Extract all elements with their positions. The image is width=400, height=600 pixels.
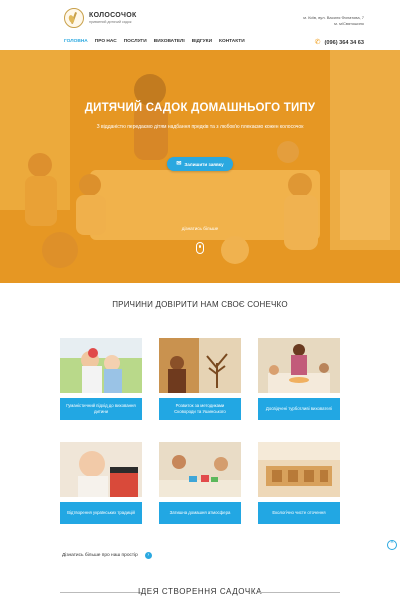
- explore-space-link[interactable]: Дізнатись більше про наш простір ›: [62, 552, 152, 559]
- nav-item-teachers[interactable]: ВИХОВАТЕЛІ: [154, 39, 185, 44]
- logo[interactable]: КОЛОСОЧОК приватний дитячий садок: [64, 8, 137, 28]
- address-line-2: м. м/Святошино: [334, 20, 364, 26]
- phone-link[interactable]: ✆ (096) 364 34 63: [315, 39, 364, 46]
- idea-section-title: ІДЕЯ СТВОРЕННЯ САДОЧКА: [137, 587, 263, 596]
- divider-right: [258, 592, 340, 593]
- reason-card[interactable]: Розвиток за методиками Сковороди та Ушин…: [159, 338, 241, 420]
- learn-more-link[interactable]: дізнатись більше: [0, 226, 400, 231]
- reason-card[interactable]: Гуманістичний підхід до виховання дитини: [60, 338, 142, 420]
- reason-photo: [159, 338, 241, 393]
- reason-card[interactable]: Затишна домашня атмосфера: [159, 442, 241, 524]
- hero-title: ДИТЯЧИЙ САДОК ДОМАШНЬОГО ТИПУ: [84, 102, 316, 114]
- reason-photo: [258, 442, 340, 497]
- back-to-top-button[interactable]: ^: [387, 540, 397, 550]
- main-nav: ГОЛОВНА ПРО НАС ПОСЛУГИ ВИХОВАТЕЛІ ВІДГУ…: [64, 39, 245, 44]
- address: м. Київ, вул. Василя Филатова, 7 м. м/Св…: [244, 15, 364, 26]
- hero-banner: ДИТЯЧИЙ САДОК ДОМАШНЬОГО ТИПУ З відданіс…: [0, 50, 400, 283]
- reason-photo: [159, 442, 241, 497]
- explore-space-label: Дізнатись більше про наш простір: [62, 553, 138, 558]
- reason-caption: Відтворення українських традицій: [60, 502, 142, 524]
- envelope-icon: ✉: [176, 161, 182, 167]
- reason-caption: Досвідчені турботливі вихователі: [258, 398, 340, 420]
- reasons-title: ПРИЧИНИ ДОВІРИТИ НАМ СВОЄ СОНЕЧКО: [112, 300, 288, 309]
- reason-caption: Затишна домашня атмосфера: [159, 502, 241, 524]
- logo-subtitle: приватний дитячий садок: [89, 20, 132, 24]
- reason-caption: Гуманістичний підхід до виховання дитини: [60, 398, 142, 420]
- reason-caption: Екологічно чисте оточення: [258, 502, 340, 524]
- phone-number: (096) 364 34 63: [324, 39, 365, 46]
- nav-item-reviews[interactable]: ВІДГУКИ: [192, 39, 212, 44]
- wheat-logo-icon: [64, 8, 84, 28]
- logo-text: КОЛОСОЧОК приватний дитячий садок: [89, 12, 137, 24]
- site-header: КОЛОСОЧОК приватний дитячий садок м. Киї…: [0, 0, 400, 50]
- reason-photo: [60, 442, 142, 497]
- reason-card[interactable]: Досвідчені турботливі вихователі: [258, 338, 340, 420]
- leave-request-label: Залишити заявку: [184, 161, 224, 167]
- reason-card[interactable]: Відтворення українських традицій: [60, 442, 142, 524]
- arrow-right-icon: ›: [144, 552, 152, 559]
- reason-photo: [258, 338, 340, 393]
- nav-item-contacts[interactable]: КОНТАКТИ: [219, 39, 245, 44]
- reason-caption: Розвиток за методиками Сковороди та Ушин…: [159, 398, 241, 420]
- chevron-up-icon: ^: [390, 541, 394, 547]
- reason-photo: [60, 338, 142, 393]
- scroll-down-icon[interactable]: [196, 242, 204, 254]
- nav-item-services[interactable]: ПОСЛУГИ: [124, 39, 147, 44]
- reason-card[interactable]: Екологічно чисте оточення: [258, 442, 340, 524]
- logo-name: КОЛОСОЧОК: [89, 12, 137, 19]
- leave-request-button[interactable]: ✉ Залишити заявку: [167, 157, 233, 171]
- nav-item-home[interactable]: ГОЛОВНА: [64, 39, 88, 44]
- nav-item-about[interactable]: ПРО НАС: [95, 39, 117, 44]
- phone-icon: ✆: [314, 39, 321, 46]
- hero-subtitle: З відданістю передаємо дітям надбання пр…: [96, 124, 304, 130]
